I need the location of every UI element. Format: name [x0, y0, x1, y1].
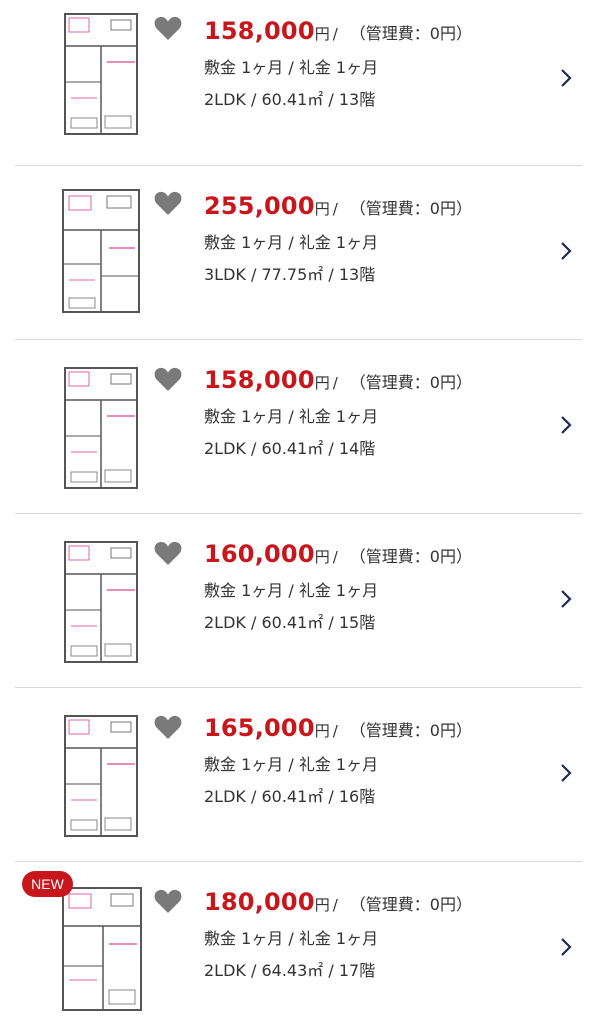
separator: / [332, 200, 338, 218]
management-fee: （管理費：0円） [349, 721, 472, 740]
layout-area-floor: 2LDK / 60.41㎡ / 13階 [204, 90, 376, 109]
listing-info: 158,000円 / （管理費：0円） 敷金 1ヶ月 / 礼金 1ヶ月 2LDK /… [204, 14, 534, 110]
yen-unit: 円 [314, 548, 330, 566]
price-line: 160,000円 / （管理費：0円） [204, 537, 534, 571]
deposit-key-money: 敷金 1ヶ月 / 礼金 1ヶ月 [204, 581, 379, 600]
layout-area-floor: 2LDK / 64.43㎡ / 17階 [204, 961, 376, 980]
chevron-right-icon[interactable] [559, 67, 573, 89]
rent-price: 255,000 [204, 192, 315, 220]
separator: / [332, 896, 338, 914]
chevron-right-icon[interactable] [559, 240, 573, 262]
rent-price: 180,000 [204, 888, 315, 916]
price-line: 158,000円 / （管理費：0円） [204, 14, 534, 48]
heart-icon[interactable] [154, 714, 182, 740]
chevron-right-icon[interactable] [559, 588, 573, 610]
deposit-key-money: 敷金 1ヶ月 / 礼金 1ヶ月 [204, 233, 379, 252]
management-fee: （管理費：0円） [349, 547, 472, 566]
separator: / [332, 374, 338, 392]
listing-card[interactable]: 160,000円 / （管理費：0円） 敷金 1ヶ月 / 礼金 1ヶ月 2LDK /… [15, 514, 582, 688]
listing-info: 165,000円 / （管理費：0円） 敷金 1ヶ月 / 礼金 1ヶ月 2LDK /… [204, 711, 534, 807]
rent-price: 158,000 [204, 366, 315, 394]
management-fee: （管理費：0円） [349, 199, 472, 218]
listing-card[interactable]: 158,000円 / （管理費：0円） 敷金 1ヶ月 / 礼金 1ヶ月 2LDK /… [15, 0, 582, 166]
heart-icon[interactable] [154, 190, 182, 216]
deposit-key-money: 敷金 1ヶ月 / 礼金 1ヶ月 [204, 407, 379, 426]
listing-card[interactable]: 255,000円 / （管理費：0円） 敷金 1ヶ月 / 礼金 1ヶ月 3LDK /… [15, 166, 582, 340]
floor-plan-thumbnail[interactable] [55, 534, 149, 666]
yen-unit: 円 [314, 25, 330, 43]
floor-plan-thumbnail[interactable] [55, 184, 149, 316]
floor-plan-thumbnail[interactable] [55, 708, 149, 840]
listing-card[interactable]: 165,000円 / （管理費：0円） 敷金 1ヶ月 / 礼金 1ヶ月 2LDK /… [15, 688, 582, 862]
yen-unit: 円 [314, 722, 330, 740]
chevron-right-icon[interactable] [559, 414, 573, 436]
chevron-right-icon[interactable] [559, 762, 573, 784]
listing-info: 180,000円 / （管理費：0円） 敷金 1ヶ月 / 礼金 1ヶ月 2LDK /… [204, 885, 534, 981]
rent-price: 160,000 [204, 540, 315, 568]
listing-info: 160,000円 / （管理費：0円） 敷金 1ヶ月 / 礼金 1ヶ月 2LDK /… [204, 537, 534, 633]
layout-area-floor: 3LDK / 77.75㎡ / 13階 [204, 265, 376, 284]
listing-card[interactable]: 158,000円 / （管理費：0円） 敷金 1ヶ月 / 礼金 1ヶ月 2LDK /… [15, 340, 582, 514]
chevron-right-icon[interactable] [559, 936, 573, 958]
listing-info: 158,000円 / （管理費：0円） 敷金 1ヶ月 / 礼金 1ヶ月 2LDK /… [204, 363, 534, 459]
rent-price: 158,000 [204, 17, 315, 45]
new-badge: NEW [22, 871, 73, 897]
deposit-key-money: 敷金 1ヶ月 / 礼金 1ヶ月 [204, 929, 379, 948]
separator: / [332, 25, 338, 43]
rent-price: 165,000 [204, 714, 315, 742]
floor-plan-thumbnail[interactable] [55, 882, 149, 1014]
heart-icon[interactable] [154, 888, 182, 914]
heart-icon[interactable] [154, 366, 182, 392]
deposit-key-money: 敷金 1ヶ月 / 礼金 1ヶ月 [204, 58, 379, 77]
listing-card[interactable]: NEW 180,000円 / （管理費：0円） 敷金 1ヶ月 / 礼金 1ヶ月 2L… [15, 862, 582, 1036]
management-fee: （管理費：0円） [349, 24, 472, 43]
floor-plan-thumbnail[interactable] [55, 360, 149, 492]
yen-unit: 円 [314, 896, 330, 914]
management-fee: （管理費：0円） [349, 895, 472, 914]
layout-area-floor: 2LDK / 60.41㎡ / 14階 [204, 439, 376, 458]
heart-icon[interactable] [154, 15, 182, 41]
management-fee: （管理費：0円） [349, 373, 472, 392]
separator: / [332, 548, 338, 566]
floor-plan-thumbnail[interactable] [55, 6, 149, 138]
price-line: 165,000円 / （管理費：0円） [204, 711, 534, 745]
yen-unit: 円 [314, 374, 330, 392]
deposit-key-money: 敷金 1ヶ月 / 礼金 1ヶ月 [204, 755, 379, 774]
layout-area-floor: 2LDK / 60.41㎡ / 16階 [204, 787, 376, 806]
yen-unit: 円 [314, 200, 330, 218]
listing-info: 255,000円 / （管理費：0円） 敷金 1ヶ月 / 礼金 1ヶ月 3LDK /… [204, 189, 534, 285]
price-line: 180,000円 / （管理費：0円） [204, 885, 534, 919]
price-line: 158,000円 / （管理費：0円） [204, 363, 534, 397]
price-line: 255,000円 / （管理費：0円） [204, 189, 534, 223]
layout-area-floor: 2LDK / 60.41㎡ / 15階 [204, 613, 376, 632]
heart-icon[interactable] [154, 540, 182, 566]
separator: / [332, 722, 338, 740]
